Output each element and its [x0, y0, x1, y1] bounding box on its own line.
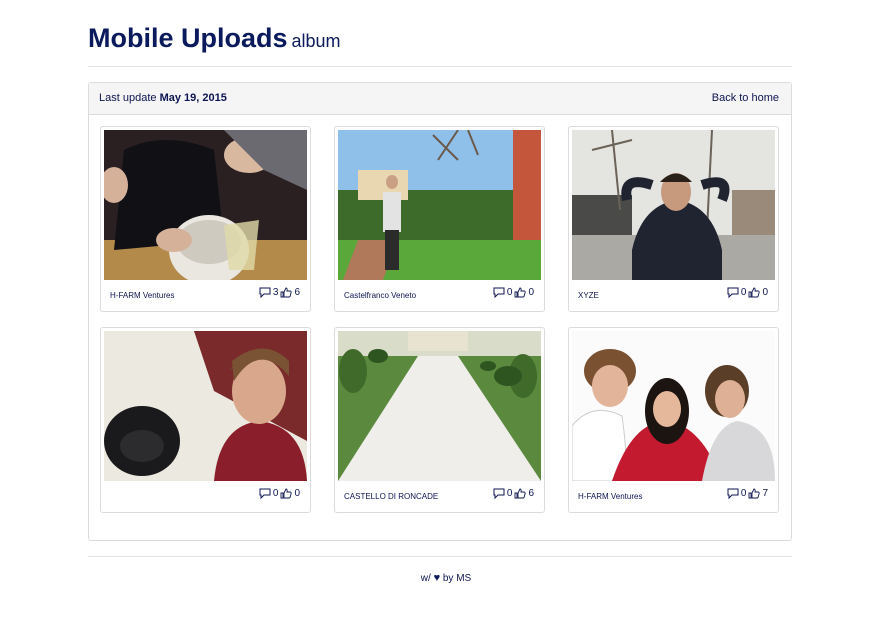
like-count: 0 — [294, 488, 300, 499]
photo-thumbnail[interactable] — [338, 130, 541, 280]
thumbs-up-icon[interactable] — [748, 488, 761, 499]
comment-icon[interactable] — [727, 287, 739, 298]
footer: w/ ♥ by MS — [0, 572, 892, 584]
photo-stats: 0 7 — [727, 488, 768, 499]
like-count: 6 — [294, 287, 300, 298]
photo-caption: Castelfranco Veneto — [344, 291, 417, 300]
comment-icon[interactable] — [259, 287, 271, 298]
thumbs-up-icon[interactable] — [280, 287, 293, 298]
thumbs-up-icon[interactable] — [748, 287, 761, 298]
photo-caption: XYZE — [578, 291, 599, 300]
comment-icon[interactable] — [727, 488, 739, 499]
photo-thumbnail[interactable] — [104, 130, 307, 280]
photo-card[interactable]: XYZE 0 0 — [568, 126, 779, 312]
like-count: 0 — [528, 287, 534, 298]
comment-count: 0 — [740, 488, 747, 499]
comment-count: 0 — [506, 488, 513, 499]
footer-suffix: by MS — [442, 573, 472, 584]
like-count: 6 — [528, 488, 534, 499]
thumbs-up-icon[interactable] — [514, 287, 527, 298]
footer-prefix: w/ — [420, 573, 431, 584]
photo-thumbnail[interactable] — [338, 331, 541, 481]
thumbs-up-icon[interactable] — [514, 488, 527, 499]
footer-divider — [88, 556, 792, 557]
photo-stats: 0 0 — [493, 287, 534, 298]
photo-card[interactable]: Castelfranco Veneto 0 0 — [334, 126, 545, 312]
comment-icon[interactable] — [493, 488, 505, 499]
photo-thumbnail[interactable] — [104, 331, 307, 481]
last-update-date: May 19, 2015 — [159, 92, 227, 104]
photo-card[interactable]: H-FARM Ventures 0 7 — [568, 327, 779, 513]
album-panel: Last update May 19, 2015 Back to home H-… — [88, 82, 792, 541]
header-divider — [88, 66, 792, 67]
photo-stats: 0 0 — [259, 488, 300, 499]
last-update-label: Last update — [99, 92, 157, 104]
comment-icon[interactable] — [493, 287, 505, 298]
album-subtitle: album — [291, 31, 341, 51]
comment-count: 0 — [272, 488, 279, 499]
comment-icon[interactable] — [259, 488, 271, 499]
photo-card[interactable]: CASTELLO DI RONCADE 0 6 — [334, 327, 545, 513]
page-title: Mobile Uploads album — [88, 22, 341, 57]
like-count: 7 — [762, 488, 768, 499]
like-count: 0 — [762, 287, 768, 298]
photo-thumbnail[interactable] — [572, 130, 775, 280]
panel-header: Last update May 19, 2015 Back to home — [89, 83, 791, 115]
back-to-home-link[interactable]: Back to home — [712, 83, 779, 114]
heart-icon: ♥ — [433, 572, 441, 584]
photo-caption: CASTELLO DI RONCADE — [344, 492, 439, 501]
photo-thumbnail[interactable] — [572, 331, 775, 481]
album-title: Mobile Uploads — [88, 23, 288, 53]
comment-count: 0 — [506, 287, 513, 298]
photo-stats: 3 6 — [259, 287, 300, 298]
thumbs-up-icon[interactable] — [280, 488, 293, 499]
photo-caption: H-FARM Ventures — [578, 492, 643, 501]
comment-count: 3 — [272, 287, 279, 298]
photo-card[interactable]: H-FARM Ventures 3 6 — [100, 126, 311, 312]
comment-count: 0 — [740, 287, 747, 298]
photo-stats: 0 6 — [493, 488, 534, 499]
photo-card[interactable]: 0 0 — [100, 327, 311, 513]
photo-caption: H-FARM Ventures — [110, 291, 175, 300]
photo-stats: 0 0 — [727, 287, 768, 298]
